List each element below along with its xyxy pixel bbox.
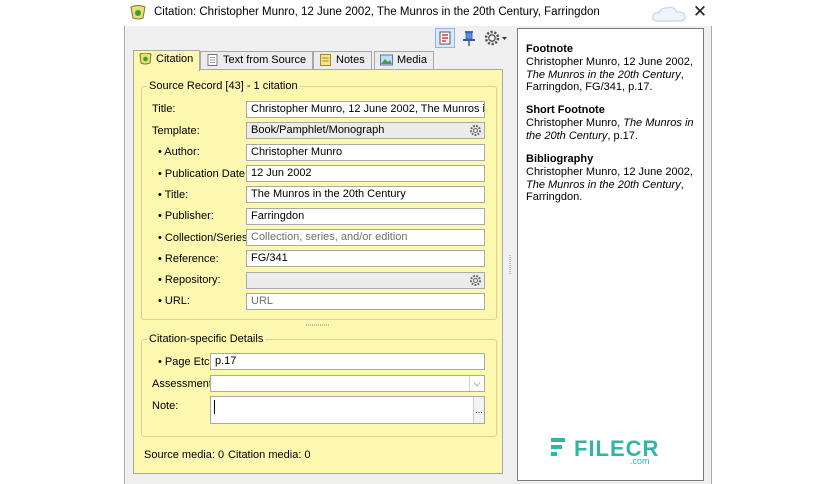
short-footnote-part1: Christopher Munro,	[526, 117, 624, 129]
template-label: Template:	[152, 125, 200, 137]
tab-text-from-source-label: Text from Source	[223, 54, 307, 66]
author-field[interactable]: Christopher Munro	[246, 144, 485, 161]
tab-citation-label: Citation	[156, 53, 194, 65]
footnote-text: Christopher Munro, 12 June 2002, The Mun…	[526, 56, 704, 94]
pin-icon	[463, 31, 475, 46]
author-label: • Author:	[158, 146, 200, 158]
watermark-symbol-icon	[551, 438, 565, 456]
watermark-suffix: .com	[630, 456, 650, 466]
horizontal-splitter-grip[interactable]	[306, 323, 330, 327]
citation-preview-pane	[517, 28, 704, 481]
bibliography-text: Christopher Munro, 12 June 2002, The Mun…	[526, 166, 704, 204]
bibliography-heading: Bibliography	[526, 153, 594, 165]
vertical-splitter-grip[interactable]	[508, 255, 512, 275]
note-expand-button[interactable]: ...	[473, 397, 484, 423]
short-footnote-part2: , p.17.	[607, 129, 638, 142]
source-title-label: Title:	[152, 103, 176, 115]
tab-media[interactable]: Media	[374, 51, 434, 69]
settings-menu-button[interactable]	[483, 28, 509, 48]
note-textarea[interactable]: ...	[210, 396, 485, 424]
short-footnote-text: Christopher Munro, The Munros in the 20t…	[526, 117, 704, 142]
tab-text-from-source[interactable]: Text from Source	[200, 51, 314, 69]
publisher-label: • Publisher:	[158, 210, 214, 222]
reference-field[interactable]: FG/341	[246, 250, 485, 267]
note-label: Note:	[152, 400, 179, 412]
publication-date-field[interactable]: 12 Jun 2002	[246, 165, 485, 182]
template-gear-icon[interactable]	[468, 123, 483, 138]
publication-date-label: • Publication Date:	[158, 168, 249, 180]
reference-label: • Reference:	[158, 253, 219, 265]
collection-series-field[interactable]: Collection, series, and/or edition	[246, 229, 485, 246]
close-button[interactable]: ✕	[692, 2, 708, 22]
bibliography-part1: Christopher Munro, 12 June 2002,	[526, 166, 693, 178]
cloud-icon[interactable]	[650, 4, 688, 24]
notes-tab-icon	[320, 54, 331, 66]
tab-media-label: Media	[397, 54, 427, 66]
highlight-button[interactable]	[435, 28, 455, 48]
pin-button[interactable]	[459, 28, 479, 48]
text-cursor	[214, 400, 215, 414]
assessment-label: Assessment:	[152, 378, 215, 390]
bibliography-italic: The Munros in the 20th Century	[526, 178, 681, 191]
url-field[interactable]: URL	[246, 293, 485, 310]
highlight-icon	[439, 31, 451, 45]
citation-media-count: Citation media: 0	[228, 449, 311, 461]
footnote-heading: Footnote	[526, 43, 574, 55]
book-title-field[interactable]: The Munros in the 20th Century	[246, 186, 485, 203]
publisher-field[interactable]: Farringdon	[246, 208, 485, 225]
book-title-label: • Title:	[158, 189, 189, 201]
source-media-count: Source media: 0	[144, 449, 225, 461]
media-tab-icon	[380, 54, 393, 66]
source-record-heading: Source Record [43] - 1 citation	[147, 80, 300, 92]
tab-citation[interactable]: Citation	[133, 50, 201, 71]
repository-label: • Repository:	[158, 274, 221, 286]
collection-series-label: • Collection/Series:	[158, 232, 251, 244]
short-footnote-heading: Short Footnote	[526, 104, 605, 116]
gear-icon	[484, 30, 507, 46]
citation-tab-icon	[139, 53, 152, 65]
citation-details-heading: Citation-specific Details	[147, 333, 266, 345]
repository-gear-icon[interactable]	[468, 273, 483, 288]
footnote-text-part1: Christopher Munro, 12 June 2002,	[526, 56, 693, 68]
document-tab-icon	[207, 54, 218, 66]
window-title: Citation: Christopher Munro, 12 June 200…	[154, 6, 600, 18]
repository-field[interactable]	[246, 272, 485, 289]
chevron-down-icon[interactable]: ⌵	[469, 376, 484, 391]
source-title-field[interactable]: Christopher Munro, 12 June 2002, The Mun…	[246, 101, 485, 118]
template-field[interactable]: Book/Pamphlet/Monograph	[246, 122, 485, 139]
assessment-select[interactable]: ⌵	[210, 375, 485, 392]
template-value: Book/Pamphlet/Monograph	[251, 124, 385, 136]
citation-app-icon	[130, 5, 146, 20]
footnote-text-italic: The Munros in the 20th Century	[526, 68, 681, 81]
url-label: • URL:	[158, 295, 190, 307]
tab-notes[interactable]: Notes	[313, 51, 372, 69]
tab-notes-label: Notes	[336, 54, 365, 66]
page-etc-field[interactable]: p.17	[210, 353, 485, 370]
page-etc-label: • Page Etc:	[158, 356, 213, 368]
